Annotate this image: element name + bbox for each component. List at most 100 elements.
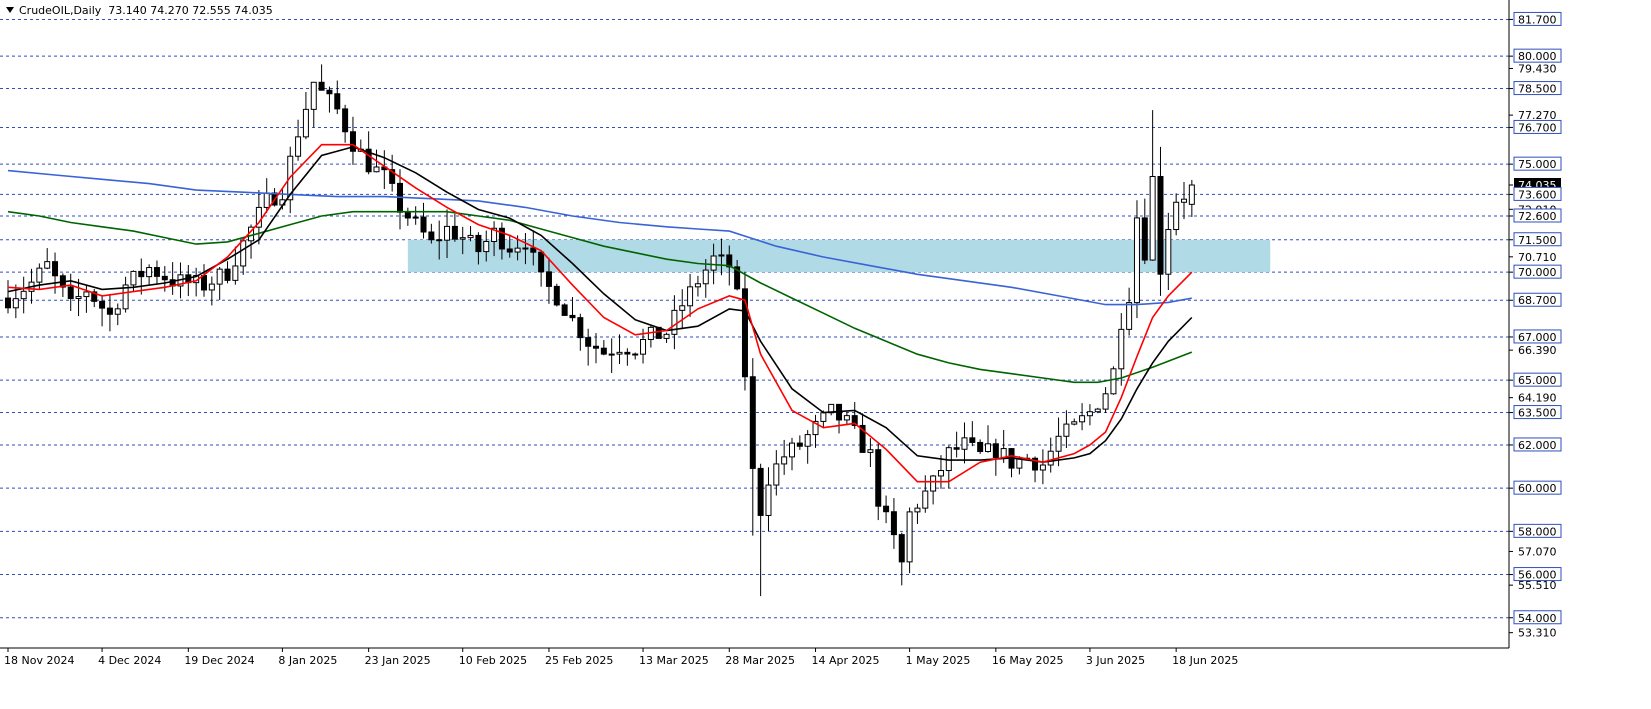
candle-body <box>475 234 482 253</box>
candle-body <box>1094 408 1101 413</box>
price-label: 78.500 <box>1518 83 1557 96</box>
price-label: 75.000 <box>1518 158 1557 171</box>
price-label: 57.070 <box>1518 545 1557 558</box>
candle-body <box>1141 217 1148 261</box>
candle-body <box>404 211 411 219</box>
candle-body <box>240 240 247 267</box>
candle-body <box>757 467 764 516</box>
price-label: 72.600 <box>1518 210 1557 223</box>
candle-body <box>1047 450 1054 466</box>
candle-body <box>804 434 811 447</box>
candle-body <box>67 286 74 299</box>
candle-body <box>553 285 560 306</box>
candle-body <box>153 267 160 277</box>
price-label: 68.700 <box>1518 294 1557 307</box>
candle-body <box>1055 435 1062 452</box>
candle-body <box>1118 328 1125 370</box>
candle-body <box>522 247 529 250</box>
date-label: 14 Apr 2025 <box>812 654 880 667</box>
price-chart[interactable]: 81.700 80.000 79.430 78.500 77.270 76.700 75.0… <box>0 0 1651 705</box>
candle-body <box>773 463 780 486</box>
date-label: 28 Mar 2025 <box>725 654 795 667</box>
candle-body <box>702 269 709 285</box>
candle-body <box>36 267 43 283</box>
candle-body <box>20 290 27 300</box>
candle-body <box>914 507 921 513</box>
candle-body <box>52 261 59 277</box>
candle-body <box>585 337 592 347</box>
candle-body <box>577 317 584 339</box>
date-label: 3 Jun 2025 <box>1086 654 1145 667</box>
price-label: 58.000 <box>1518 525 1557 538</box>
candle-body <box>99 300 106 309</box>
candle-body <box>334 93 341 110</box>
price-label: 70.710 <box>1518 251 1557 264</box>
price-label: 79.430 <box>1518 62 1557 75</box>
ohlc-values: 73.140 74.270 72.555 74.035 <box>108 4 273 17</box>
candle-body <box>663 333 670 339</box>
symbol-label: CrudeOIL,Daily <box>19 4 102 17</box>
candle-body <box>436 239 443 242</box>
candle-body <box>318 81 325 91</box>
candle-body <box>420 216 427 233</box>
candle-body <box>687 286 694 307</box>
date-label: 10 Feb 2025 <box>459 654 527 667</box>
candle-body <box>545 271 552 287</box>
candle-body <box>1173 201 1180 231</box>
candle-body <box>875 449 882 507</box>
candle-body <box>1071 421 1078 425</box>
candle-body <box>1149 176 1156 261</box>
date-label: 18 Jun 2025 <box>1172 654 1238 667</box>
candle-body <box>930 475 937 492</box>
candle-body <box>1079 415 1086 423</box>
candle-body <box>569 314 576 319</box>
candle-body <box>922 490 929 509</box>
candle-body <box>843 415 850 421</box>
date-label: 25 Feb 2025 <box>545 654 613 667</box>
candle-body <box>1063 423 1070 437</box>
candle-body <box>969 437 976 443</box>
price-label: 71.500 <box>1518 234 1557 247</box>
candle-body <box>898 534 905 563</box>
chart-canvas[interactable]: 81.70080.00079.43078.50077.27076.70075.0… <box>0 0 1651 705</box>
candle-body <box>710 255 717 271</box>
date-label: 8 Jan 2025 <box>278 654 337 667</box>
candle-body <box>130 270 137 286</box>
candle-body <box>608 353 615 356</box>
candle-body <box>295 136 302 157</box>
support-resistance-zone <box>407 239 1271 273</box>
date-label: 16 May 2025 <box>992 654 1064 667</box>
candle-body <box>342 108 349 133</box>
dropdown-triangle-icon[interactable] <box>6 7 14 13</box>
candle-body <box>985 443 991 452</box>
candle-body <box>1102 393 1109 410</box>
date-label: 4 Dec 2024 <box>98 654 161 667</box>
candle-body <box>146 267 153 278</box>
candle-body <box>679 305 686 311</box>
candle-body <box>459 237 466 240</box>
candle-body <box>593 345 599 349</box>
candle-body <box>412 216 419 219</box>
candle-body <box>561 304 568 316</box>
candle-body <box>694 283 701 288</box>
candle-body <box>1126 302 1133 330</box>
price-label: 76.700 <box>1518 121 1557 134</box>
price-label: 67.000 <box>1518 331 1557 344</box>
candle-body <box>224 268 231 281</box>
candle-body <box>906 511 913 563</box>
price-label: 81.700 <box>1518 13 1557 26</box>
price-label: 66.390 <box>1518 344 1557 357</box>
chart-background <box>0 0 1651 705</box>
date-label: 19 Dec 2024 <box>184 654 254 667</box>
candle-body <box>883 505 890 513</box>
candle-body <box>1133 217 1140 304</box>
candle-body <box>624 351 631 355</box>
candle-body <box>765 484 772 516</box>
date-label: 1 May 2025 <box>906 654 971 667</box>
candle-body <box>1181 198 1187 203</box>
candle-body <box>1000 448 1007 459</box>
candle-body <box>1165 229 1172 275</box>
candle-body <box>820 412 827 422</box>
candle-body <box>937 470 944 477</box>
candle-body <box>44 261 51 269</box>
